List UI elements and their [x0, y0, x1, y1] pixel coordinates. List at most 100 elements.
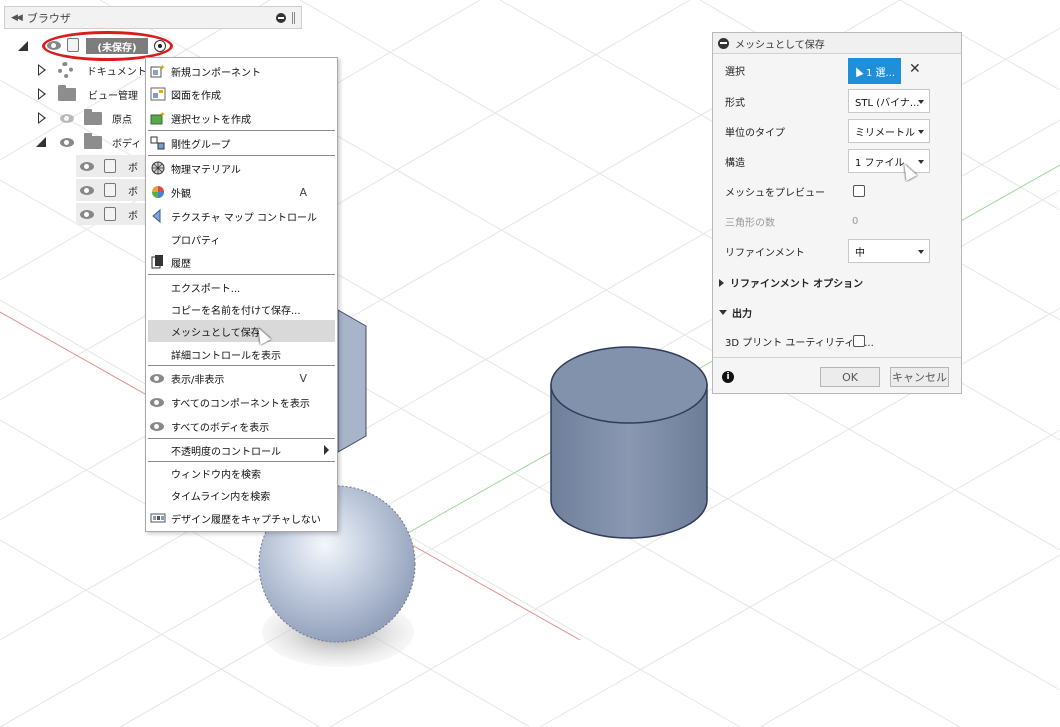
visibility-eye-icon[interactable]	[80, 185, 94, 195]
menu-item-texture-map[interactable]: テクスチャ マップ コントロール	[148, 205, 335, 227]
selection-button[interactable]: 1 選...	[848, 58, 901, 84]
eye-icon	[150, 397, 164, 407]
texture-map-icon	[152, 209, 161, 223]
expand-arrow-icon[interactable]	[38, 88, 46, 100]
format-dropdown[interactable]: STL (バイナ...	[848, 89, 930, 113]
pointer-icon	[852, 65, 864, 77]
box-body[interactable]	[337, 309, 367, 453]
body-icon	[104, 159, 116, 173]
menu-item-save-copy-as[interactable]: コピーを名前を付けて保存...	[148, 298, 335, 320]
root-component-label[interactable]: (未保存)	[86, 38, 148, 54]
menu-item-create-selection-set[interactable]: ✦ 選択セットを作成	[148, 107, 335, 129]
shortcut-label: A	[299, 185, 307, 199]
menu-item-do-not-capture-history[interactable]: デザイン履歴をキャプチャしない	[148, 507, 335, 529]
new-component-icon: ✦	[150, 64, 166, 78]
menu-item-find-in-window[interactable]: ウィンドウ内を検索	[148, 462, 335, 484]
tree-row-document-settings[interactable]: ドキュメントの	[38, 59, 146, 81]
tree-row-body-2[interactable]: ボ	[76, 179, 146, 201]
shortcut-label: V	[299, 371, 307, 385]
menu-item-properties[interactable]: プロパティ	[148, 228, 335, 250]
menu-item-appearance[interactable]: 外観 A	[148, 181, 335, 203]
menu-item-show-all-bodies[interactable]: すべてのボディを表示	[148, 415, 335, 437]
triangle-count-value: 0	[852, 215, 859, 227]
print-utility-checkbox[interactable]	[853, 335, 865, 347]
tree-row-root[interactable]	[18, 35, 28, 57]
row-3d-print-utility: 3D プリント ユーティリティに...	[713, 329, 961, 353]
hidden-eye-icon[interactable]	[60, 113, 74, 123]
collapse-arrow-icon	[719, 310, 727, 315]
menu-item-physical-material[interactable]: 物理マテリアル	[148, 157, 335, 179]
visibility-eye-icon[interactable]	[47, 41, 61, 50]
physical-material-icon	[151, 161, 165, 175]
menu-item-show-detail-controls[interactable]: 詳細コントロールを表示	[148, 343, 335, 365]
info-icon[interactable]: i	[722, 371, 734, 383]
expand-arrow-icon[interactable]	[38, 112, 46, 124]
dialog-header[interactable]: メッシュとして保存	[713, 33, 961, 54]
tree-row-body-1[interactable]: ボ	[76, 155, 146, 177]
section-refinement-options[interactable]: リファインメント オプション	[719, 275, 863, 290]
tree-item-label: 原点	[112, 114, 132, 126]
body-icon	[104, 207, 116, 221]
activate-radio-icon[interactable]	[154, 40, 166, 52]
row-selection: 選択 1 選... ✕	[713, 58, 961, 84]
chevron-down-icon	[918, 250, 924, 254]
visibility-eye-icon[interactable]	[80, 161, 94, 171]
tree-row-named-views[interactable]: ビュー管理	[38, 83, 146, 105]
browser-panel-header[interactable]: ◀◀ ブラウザ	[4, 6, 302, 29]
ok-button[interactable]: OK	[820, 367, 880, 387]
clear-selection-icon[interactable]: ✕	[909, 61, 921, 77]
tree-row-bodies[interactable]: ボディ	[36, 131, 146, 153]
structure-dropdown[interactable]: 1 ファイル	[848, 149, 930, 173]
unit-type-dropdown[interactable]: ミリメートル	[848, 119, 930, 143]
row-structure: 構造 1 ファイル	[713, 149, 961, 173]
cancel-button[interactable]: キャンセル	[890, 367, 949, 387]
dialog-title: メッシュとして保存	[735, 39, 825, 51]
dialog-footer: i OK キャンセル	[713, 357, 961, 393]
chevron-down-icon	[918, 100, 924, 104]
minimize-icon[interactable]	[276, 12, 286, 23]
body-icon	[104, 183, 116, 197]
expand-arrow-icon[interactable]	[18, 41, 28, 51]
rigid-group-icon	[150, 136, 165, 150]
tree-row-origin[interactable]: 原点	[38, 107, 146, 129]
chevron-down-icon	[918, 130, 924, 134]
menu-item-show-hide[interactable]: 表示/非表示 V	[148, 367, 335, 389]
menu-item-export[interactable]: エクスポート...	[148, 276, 335, 298]
panel-grip-icon[interactable]	[292, 11, 295, 24]
collapse-dialog-icon[interactable]	[718, 37, 729, 49]
svg-text:✦: ✦	[159, 111, 166, 119]
collapse-panel-icon[interactable]: ◀◀	[11, 13, 23, 23]
menu-item-new-component[interactable]: ✦ 新規コンポーネント	[148, 60, 335, 82]
appearance-icon	[152, 186, 164, 198]
tree-item-label: ボ	[128, 210, 138, 222]
cylinder-body[interactable]	[550, 346, 708, 539]
selection-set-icon: ✦	[150, 111, 166, 125]
visibility-eye-icon[interactable]	[60, 137, 74, 147]
visibility-eye-icon[interactable]	[80, 209, 94, 219]
section-output[interactable]: 出力	[719, 305, 752, 320]
row-preview-mesh: メッシュをプレビュー	[713, 179, 961, 203]
menu-item-find-in-timeline[interactable]: タイムライン内を検索	[148, 484, 335, 506]
refinement-dropdown[interactable]: 中	[848, 239, 930, 263]
menu-item-show-all-components[interactable]: すべてのコンポーネントを表示	[148, 391, 335, 413]
tree-row-body-3[interactable]: ボ	[76, 203, 146, 225]
menu-item-rigid-group[interactable]: 剛性グループ	[148, 132, 335, 154]
menu-item-save-as-mesh[interactable]: メッシュとして保存	[148, 320, 335, 342]
row-triangle-count: 三角形の数 0	[725, 215, 859, 229]
expand-arrow-icon[interactable]	[36, 137, 46, 147]
expand-arrow-icon[interactable]	[38, 64, 46, 76]
preview-mesh-checkbox[interactable]	[853, 185, 865, 197]
eye-icon	[150, 421, 164, 431]
component-icon	[67, 38, 79, 52]
expand-arrow-icon	[719, 278, 724, 287]
menu-item-opacity-control[interactable]: 不透明度のコントロール	[148, 439, 335, 461]
row-unit-type: 単位のタイプ ミリメートル	[713, 119, 961, 143]
svg-text:✦: ✦	[159, 64, 166, 72]
menu-separator	[148, 130, 335, 131]
submenu-arrow-icon	[324, 445, 329, 455]
drawing-icon	[150, 87, 166, 101]
menu-item-history[interactable]: 履歴	[148, 251, 335, 273]
menu-separator	[148, 274, 335, 275]
save-as-mesh-dialog: メッシュとして保存 選択 1 選... ✕ 形式 STL (バイナ... 単位の…	[712, 32, 962, 394]
menu-item-create-drawing[interactable]: 図面を作成	[148, 83, 335, 105]
